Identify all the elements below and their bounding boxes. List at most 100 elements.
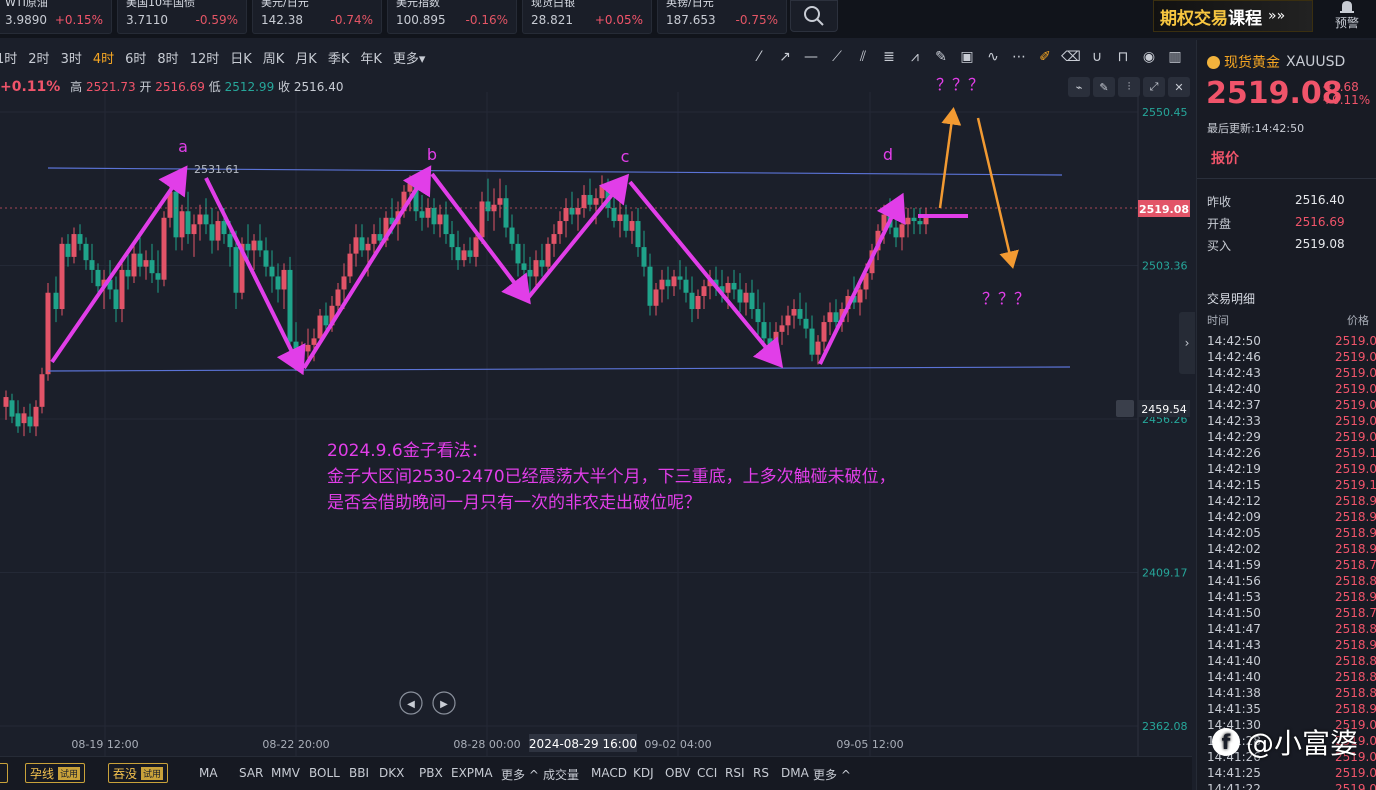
candle-body — [809, 328, 815, 355]
candle-body — [479, 201, 485, 238]
trade-price: 2519.07 — [1335, 462, 1376, 476]
candle-body — [575, 207, 581, 215]
search-icon — [804, 6, 824, 26]
chart-panel: 1时 2时 3时 4时 6时 8时 12时 日K 周K 月K 季K 年K 更多▾ ⁄ ↗ — ⟋ ⫽ ≣… — [0, 40, 1192, 790]
harami-pattern-button[interactable]: 孕线 试用 — [25, 763, 86, 783]
trade-row: 14:41:25 2519.02 — [1207, 766, 1376, 782]
candle-body — [353, 237, 359, 254]
trade-price: 2518.94 — [1335, 542, 1376, 556]
candle-body — [371, 234, 377, 244]
candle-body — [119, 269, 125, 310]
ticker-item-silver[interactable]: 现货白银 28.821 +0.05% — [522, 0, 652, 34]
ticker-change: -0.75% — [735, 13, 778, 27]
main-indicator-item[interactable]: 更多 ^ — [501, 766, 539, 783]
price-axis-label: 2409.17 — [1142, 567, 1188, 580]
candle-body — [833, 312, 839, 323]
candle-body — [299, 351, 305, 362]
candle-body — [65, 243, 71, 257]
collapse-panel-toggle[interactable]: › — [1179, 312, 1195, 374]
engulfing-pattern-button[interactable]: 吞没 试用 — [108, 763, 169, 783]
main-indicator-item[interactable]: EXPMA — [451, 766, 493, 780]
candle-body — [431, 207, 437, 225]
divider — [1197, 178, 1376, 179]
trade-price: 2519.0 — [1335, 350, 1376, 364]
alert-button[interactable]: 预警 — [1322, 0, 1372, 38]
rewind-icon: ◀ — [407, 699, 415, 710]
ticker-item-wti[interactable]: WTI原油 3.9890 +0.15% — [0, 0, 112, 34]
crosshair-time-label: 2024-08-29 16:00 — [529, 737, 637, 751]
trade-row: 14:42:40 2519.05 — [1207, 382, 1376, 398]
ticker-item-gbpjpy[interactable]: 英镑/日元 187.653 -0.75% — [657, 0, 787, 34]
main-indicator-item[interactable]: PBX — [419, 766, 443, 780]
trade-row: 14:41:22 2519.00 — [1207, 782, 1376, 790]
sub-indicator-item[interactable]: OBV — [665, 766, 691, 780]
candle-body — [341, 276, 347, 290]
main-indicator-item[interactable]: BBI — [349, 766, 369, 780]
main-indicator-item[interactable]: MMV — [271, 766, 300, 780]
candle-body — [581, 194, 587, 208]
candle-body — [701, 286, 707, 297]
last-update-time: 最后更新:14:42:50 — [1207, 122, 1305, 135]
trade-row: 14:42:33 2519.08 — [1207, 414, 1376, 430]
trade-price: 2518.91 — [1335, 526, 1376, 540]
sub-indicator-item[interactable]: RSI — [725, 766, 745, 780]
ticker-change: -0.16% — [465, 13, 508, 27]
trade-price: 2518.97 — [1335, 638, 1376, 652]
wave-label: d — [883, 145, 893, 164]
tab-quote[interactable]: 报价 — [1211, 148, 1239, 168]
trade-time: 14:41:56 — [1207, 574, 1261, 588]
sub-indicator-item[interactable]: MACD — [591, 766, 627, 780]
candle-body — [857, 289, 863, 303]
pattern-button-truncated[interactable] — [0, 763, 8, 783]
ticker-item-usdjpy[interactable]: 美元/日元 142.38 -0.74% — [252, 0, 382, 34]
trial-badge: 试用 — [141, 766, 164, 780]
ticker-price: 3.9890 — [5, 13, 47, 27]
candle-body — [599, 185, 605, 199]
candlestick-chart[interactable]: a b c d 2531.61 ？？？ ？？？ 2024.9.6金子看法： 金子大区间2530-… — [0, 40, 1192, 756]
trade-price: 2519.08 — [1335, 414, 1376, 428]
candle-body — [485, 201, 491, 212]
time-axis-label: 08-28 00:00 — [453, 738, 520, 751]
candle-body — [521, 263, 527, 270]
sub-indicator-item[interactable]: CCI — [697, 766, 717, 780]
candle-body — [9, 400, 15, 417]
sub-indicator-item[interactable]: 成交量 — [543, 766, 579, 783]
candle-body — [539, 260, 545, 267]
candle-body — [323, 315, 329, 326]
trade-price: 2519.04 — [1335, 366, 1376, 380]
wave-arrow — [526, 173, 630, 300]
candle-body — [545, 243, 551, 267]
trade-time: 14:41:40 — [1207, 670, 1261, 684]
candle-body — [21, 413, 27, 424]
candle-body — [27, 416, 33, 427]
candle-body — [551, 234, 557, 244]
candle-body — [677, 276, 683, 280]
price-change: +2.68 +0.11% — [1322, 81, 1370, 107]
main-indicator-item[interactable]: MA — [199, 766, 218, 780]
candle-body — [593, 198, 599, 205]
trade-time: 14:42:26 — [1207, 446, 1261, 460]
ticker-item-us10y[interactable]: 美国10年国债 3.7110 -0.59% — [117, 0, 247, 34]
ticker-change: -0.59% — [195, 13, 238, 27]
options-course-banner[interactable]: 期权交易 课程 »» — [1153, 0, 1313, 32]
candle-body — [173, 191, 179, 238]
price-axis-label: 2550.45 — [1142, 106, 1188, 119]
current-price-tag-label: 2519.08 — [1139, 203, 1189, 216]
sub-indicator-item[interactable]: DMA — [781, 766, 809, 780]
candle-body — [227, 234, 233, 248]
ticker-item-dxy[interactable]: 美元指数 100.895 -0.16% — [387, 0, 517, 34]
candle-body — [305, 344, 311, 352]
trade-price: 2518.82 — [1335, 622, 1376, 636]
sub-indicator-item[interactable]: 更多 ^ — [813, 766, 851, 783]
main-indicator-item[interactable]: DKX — [379, 766, 404, 780]
time-axis-label: 08-22 20:00 — [262, 738, 329, 751]
main-indicator-item[interactable]: BOLL — [309, 766, 340, 780]
search-button[interactable] — [790, 0, 838, 32]
main-indicator-item[interactable]: SAR — [239, 766, 263, 780]
sub-indicator-item[interactable]: KDJ — [633, 766, 654, 780]
sub-indicator-item[interactable]: RS — [753, 766, 769, 780]
trade-row: 14:42:26 2519.12 — [1207, 446, 1376, 462]
candle-body — [59, 243, 65, 310]
candle-body — [455, 247, 461, 261]
candle-body — [15, 413, 21, 427]
